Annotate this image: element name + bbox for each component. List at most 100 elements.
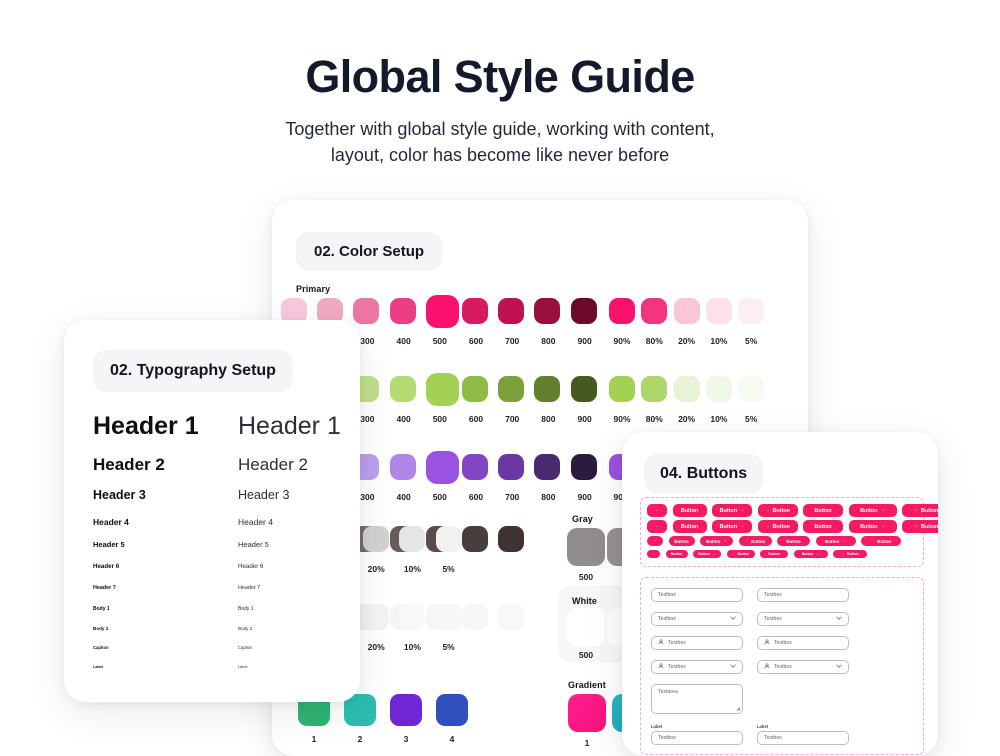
color-swatch-primary-op-90%[interactable] [609, 298, 635, 324]
color-swatch-dark-op-3[interactable] [435, 526, 462, 552]
color-swatch-primary-op-20%[interactable] [673, 298, 700, 324]
color-swatch-bottom-3[interactable] [390, 694, 422, 726]
color-tick-primary-400: 400 [396, 336, 411, 346]
color-swatch-purple-900[interactable] [570, 454, 597, 480]
button-r4-c3[interactable]: Button → [693, 550, 721, 558]
button-r4-c7[interactable]: → Button [833, 550, 867, 558]
button-r4-c2[interactable]: Button [665, 550, 688, 558]
color-swatch-primary-300[interactable] [353, 298, 380, 324]
color-swatch-primary-900[interactable] [570, 298, 597, 324]
textbox-right-1[interactable]: Textbox [757, 588, 849, 602]
color-swatch-light-6[interactable] [498, 604, 525, 630]
select-icon-left[interactable]: Textbox [651, 660, 743, 674]
button-r1-c6[interactable]: Button → [848, 504, 897, 517]
button-r2-c4[interactable]: → Button [757, 520, 798, 533]
textbox-icon-right[interactable]: Textbox [757, 636, 849, 650]
typography-setup-chip: 02. Typography Setup [93, 350, 293, 392]
arrow-right-icon: → [723, 538, 727, 543]
color-swatch-light-op-2[interactable] [399, 604, 426, 630]
button-label: Button [772, 507, 790, 514]
color-swatch-light-5[interactable] [462, 604, 488, 630]
color-swatch-purple-600[interactable] [462, 454, 488, 480]
button-r2-c5[interactable]: Button [803, 520, 843, 533]
color-swatch-primary-600[interactable] [462, 298, 488, 324]
button-r2-c3[interactable]: Button → [712, 520, 752, 533]
color-tick-green-op-2: 20% [678, 414, 696, 424]
button-r2-c2[interactable]: Button [672, 520, 707, 533]
color-swatch-dark-6[interactable] [498, 526, 525, 552]
buttons-card[interactable]: 04. Buttons → Button Button → → Button Button B… [622, 432, 938, 756]
button-r1-c7[interactable]: → Button [902, 504, 938, 517]
color-swatch-primary-op-5%[interactable] [738, 298, 765, 324]
select-icon-right[interactable]: Textbox [757, 660, 849, 674]
button-r4-c4[interactable]: → Button [726, 550, 755, 558]
color-swatch-primary-700[interactable] [498, 298, 525, 324]
button-r2-c6[interactable]: Button → [848, 520, 897, 533]
color-swatch-green-op-80%[interactable] [641, 376, 668, 402]
color-swatch-green-600[interactable] [462, 376, 488, 402]
button-r3-c5[interactable]: Button [777, 536, 810, 546]
button-r1-c2[interactable]: Button [672, 504, 707, 517]
color-swatch-gray-0[interactable] [567, 528, 605, 566]
color-swatch-green-op-10%[interactable] [705, 376, 732, 402]
field-placeholder: Textbox [658, 735, 676, 741]
color-tick-primary-700: 700 [505, 336, 520, 346]
color-swatch-green-op-90%[interactable] [609, 376, 635, 402]
arrow-right-icon: → [744, 538, 749, 543]
color-swatch-light-op-1[interactable] [363, 604, 390, 630]
color-swatch-primary-800[interactable] [534, 298, 561, 324]
button-r1-c3[interactable]: Button → [712, 504, 752, 517]
button-r4-c6[interactable]: Button → [793, 550, 828, 558]
labelled-field-left[interactable]: Textbox [651, 731, 743, 745]
color-swatch-dark-op-2[interactable] [399, 526, 426, 552]
button-r3-c4[interactable]: → Button [738, 536, 772, 546]
color-swatch-green-400[interactable] [389, 376, 416, 402]
button-r1-c4[interactable]: → Button [757, 504, 798, 517]
field-placeholder: Textbox [764, 735, 782, 741]
color-swatch-purple-400[interactable] [389, 454, 416, 480]
button-r3-c3[interactable]: Button → [700, 536, 733, 546]
color-swatch-purple-500[interactable] [425, 451, 459, 484]
color-swatch-primary-op-80%[interactable] [641, 298, 668, 324]
button-r2-c1[interactable]: → [647, 520, 667, 533]
color-swatch-green-900[interactable] [570, 376, 597, 402]
color-swatch-purple-700[interactable] [498, 454, 525, 480]
button-r3-c7[interactable]: → Button [861, 536, 901, 546]
color-tick-dark-op-1: 20% [367, 564, 385, 574]
labelled-field-right[interactable]: Textbox [757, 731, 849, 745]
color-swatch-white-0[interactable] [567, 608, 605, 646]
color-tick-dark-op-3: 5% [442, 564, 455, 574]
button-r3-c6[interactable]: Button → [815, 536, 856, 546]
color-swatch-gradient-0[interactable] [568, 694, 606, 732]
typography-row: Caption Caption [93, 645, 333, 655]
color-swatch-green-500[interactable] [425, 373, 459, 406]
color-swatch-light-op-3[interactable] [435, 604, 462, 630]
color-swatch-dark-op-1[interactable] [363, 526, 390, 552]
color-swatch-dark-5[interactable] [462, 526, 488, 552]
color-tick-green-op-1: 80% [645, 414, 663, 424]
button-r4-c1[interactable]: → [647, 550, 660, 558]
color-swatch-primary-500[interactable] [425, 295, 459, 328]
color-swatch-green-op-20%[interactable] [673, 376, 700, 402]
button-r4-c5[interactable]: Button [760, 550, 788, 558]
color-swatch-primary-op-10%[interactable] [705, 298, 732, 324]
color-swatch-purple-800[interactable] [534, 454, 561, 480]
textbox-icon-left[interactable]: Textbox [651, 636, 743, 650]
select-right-1[interactable]: Textbox [757, 612, 849, 626]
button-r3-c2[interactable]: Button [668, 536, 695, 546]
color-swatch-bottom-4[interactable] [436, 694, 468, 726]
button-r1-c1[interactable]: → [647, 504, 667, 517]
button-r3-c1[interactable]: → [647, 536, 663, 546]
color-swatch-green-800[interactable] [534, 376, 561, 402]
textbox-left-1[interactable]: Textbox [651, 588, 743, 602]
color-swatch-green-700[interactable] [498, 376, 525, 402]
textarea-left[interactable]: Textarea ◢ [651, 684, 743, 714]
resize-handle-icon[interactable]: ◢ [736, 706, 740, 712]
typography-row: Header 3 Header 3 [93, 488, 333, 507]
button-r2-c7[interactable]: → Button [902, 520, 938, 533]
color-swatch-primary-400[interactable] [389, 298, 416, 324]
color-swatch-green-op-5%[interactable] [738, 376, 765, 402]
typography-setup-card[interactable]: 02. Typography Setup Header 1 Header 1 Hea… [64, 320, 360, 702]
select-left-1[interactable]: Textbox [651, 612, 743, 626]
button-r1-c5[interactable]: Button [803, 504, 843, 517]
